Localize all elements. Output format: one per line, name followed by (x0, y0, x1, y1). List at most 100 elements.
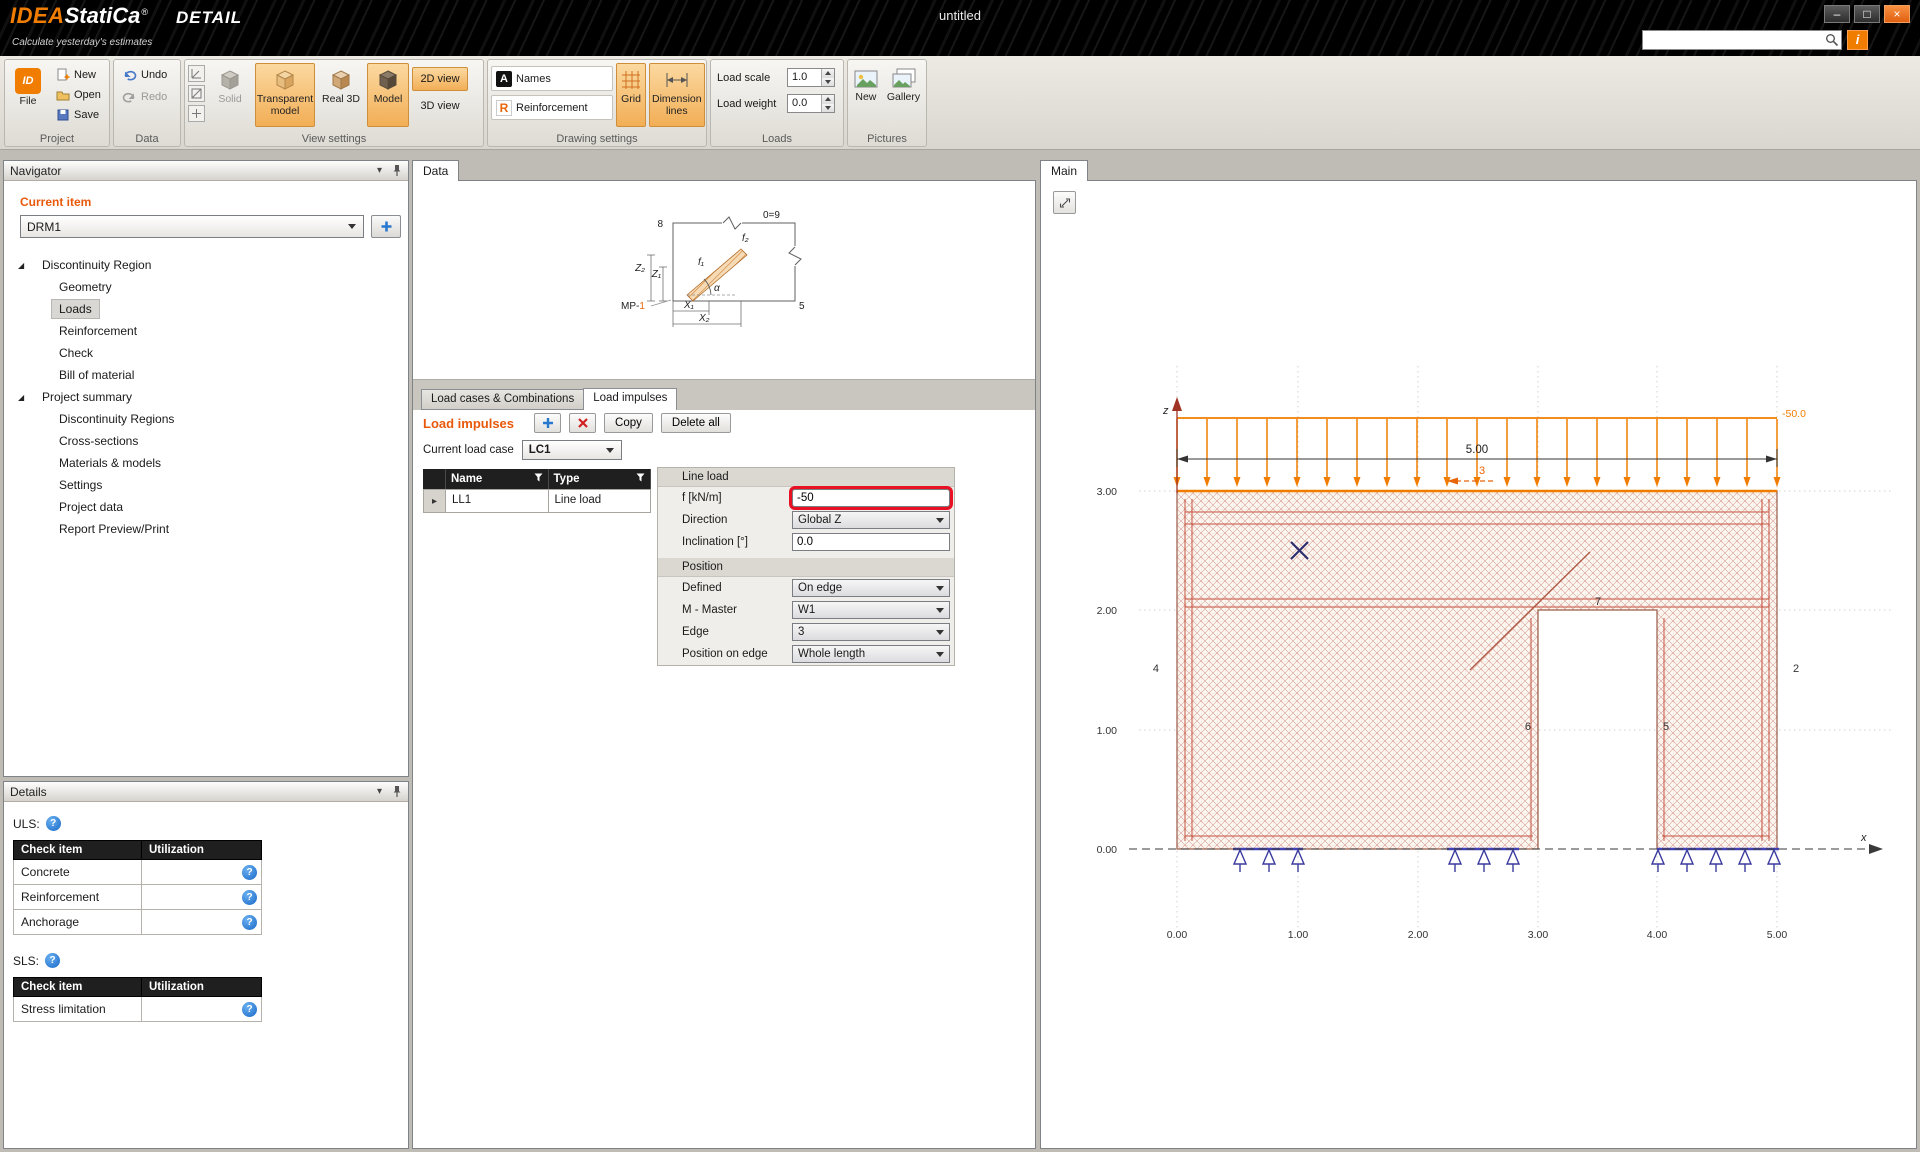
tree-item-discontinuity-region[interactable]: ◢Discontinuity Region (4, 254, 408, 276)
table-row[interactable]: Stress limitation? (14, 997, 262, 1022)
tree-item-loads[interactable]: Loads (4, 298, 408, 320)
help-icon[interactable]: ? (242, 1002, 257, 1017)
f-value-input[interactable] (792, 489, 950, 507)
tree-item-project-summary[interactable]: ◢Project summary (4, 386, 408, 408)
current-item-select[interactable]: DRM1 (20, 215, 364, 238)
help-icon[interactable]: ? (242, 915, 257, 930)
transparent-model-button[interactable]: Transparent model (255, 63, 315, 127)
chevron-down-icon (936, 586, 944, 591)
help-icon[interactable]: ? (242, 890, 257, 905)
close-button[interactable]: × (1884, 5, 1910, 23)
view-2d-button[interactable]: 2D view (412, 67, 468, 91)
view-tool-button-1[interactable] (188, 65, 205, 82)
view-tool-button-2[interactable] (188, 85, 205, 102)
edge-select[interactable]: 3 (792, 623, 950, 641)
table-row[interactable]: Anchorage? (14, 910, 262, 935)
tree-item-geometry[interactable]: Geometry (4, 276, 408, 298)
load-weight-input[interactable]: 0.0 (787, 94, 835, 113)
tree-item-materials-models[interactable]: Materials & models (4, 452, 408, 474)
real-3d-button[interactable]: Real 3D (318, 63, 364, 127)
column-header: Utilization (142, 978, 262, 997)
tree-item-check[interactable]: Check (4, 342, 408, 364)
search-icon[interactable] (1825, 33, 1839, 47)
tree-item-settings[interactable]: Settings (4, 474, 408, 496)
undo-button[interactable]: Undo (117, 66, 172, 83)
wall-region[interactable] (1177, 491, 1777, 849)
tree-item-cross-sections[interactable]: Cross-sections (4, 430, 408, 452)
tree-item-project-data[interactable]: Project data (4, 496, 408, 518)
tab-load-impulses[interactable]: Load impulses (583, 388, 677, 410)
collapse-chevron-icon[interactable]: ▾ (377, 786, 382, 797)
load-scale-label: Load scale (717, 72, 781, 84)
expander-icon[interactable]: ◢ (18, 261, 35, 270)
maximize-button[interactable]: □ (1854, 5, 1880, 23)
filter-funnel-icon[interactable] (534, 473, 543, 482)
copy-button[interactable]: Copy (604, 413, 653, 433)
spin-down-button[interactable] (822, 104, 834, 113)
current-load-case-select[interactable]: LC1 (522, 440, 622, 460)
filter-funnel-icon[interactable] (636, 473, 645, 482)
add-load-impulse-button[interactable] (534, 413, 561, 433)
main-panel: x -50.0 z 5.00 3 4 2 (1040, 180, 1917, 1149)
redo-button[interactable]: Redo (117, 88, 172, 105)
tab-data[interactable]: Data (412, 160, 459, 181)
open-button[interactable]: Open (51, 86, 106, 104)
collapse-chevron-icon[interactable]: ▾ (377, 165, 382, 176)
spin-down-button[interactable] (822, 78, 834, 87)
new-picture-button[interactable]: New (851, 63, 881, 127)
tree-item-bill-of-material[interactable]: Bill of material (4, 364, 408, 386)
pin-icon[interactable] (392, 785, 402, 798)
master-select[interactable]: W1 (792, 601, 950, 619)
help-icon[interactable]: ? (242, 865, 257, 880)
new-button[interactable]: New (51, 66, 106, 84)
solid-view-button[interactable]: Solid (208, 63, 252, 127)
tree-item-discontinuity-regions[interactable]: Discontinuity Regions (4, 408, 408, 430)
load-impulse-row[interactable]: ▸ LL1 Line load (423, 489, 651, 513)
names-icon: A (496, 71, 512, 87)
file-button[interactable]: ID File (8, 63, 48, 127)
reinforcement-toggle-button[interactable]: R Reinforcement (491, 95, 613, 120)
view-3d-button[interactable]: 3D view (412, 94, 468, 118)
edge-number-right: 2 (1793, 663, 1799, 675)
delete-all-button[interactable]: Delete all (661, 413, 731, 433)
inclination-input[interactable] (792, 533, 950, 551)
pin-icon[interactable] (392, 164, 402, 177)
load-impulse-type-cell[interactable]: Line load (549, 489, 652, 513)
load-scale-input[interactable]: 1.0 (787, 68, 835, 87)
structure-drawing[interactable]: x -50.0 z 5.00 3 4 2 (1041, 181, 1916, 1148)
expander-icon[interactable]: ◢ (18, 393, 35, 402)
uls-table: Check item Utilization Concrete? Reinfor… (13, 840, 262, 935)
delete-load-impulse-button[interactable] (569, 413, 596, 433)
help-icon[interactable]: ? (45, 953, 60, 968)
info-button[interactable]: i (1847, 30, 1868, 50)
load-impulse-name-cell[interactable]: LL1 (446, 489, 549, 513)
model-view-button[interactable]: Model (367, 63, 409, 127)
tree-item-report-preview-print[interactable]: Report Preview/Print (4, 518, 408, 540)
tree-item-label: Loads (52, 300, 99, 318)
view-tool-button-3[interactable] (188, 105, 205, 122)
position-on-edge-select[interactable]: Whole length (792, 645, 950, 663)
grid-toggle-button[interactable]: Grid (616, 63, 646, 127)
dimension-lines-toggle-button[interactable]: Dimension lines (649, 63, 705, 127)
transparent-model-label: Transparent model (257, 94, 313, 118)
table-row[interactable]: Reinforcement? (14, 885, 262, 910)
gallery-button[interactable]: Gallery (884, 63, 923, 127)
name-column-header[interactable]: Name (446, 469, 549, 489)
row-selector[interactable]: ▸ (423, 489, 446, 513)
help-icon[interactable]: ? (46, 816, 61, 831)
search-input[interactable] (1642, 30, 1842, 50)
spin-up-button[interactable] (822, 69, 834, 78)
type-column-header[interactable]: Type (549, 469, 652, 489)
spin-up-button[interactable] (822, 95, 834, 104)
direction-select[interactable]: Global Z (792, 511, 950, 529)
table-row[interactable]: Concrete? (14, 860, 262, 885)
minimize-button[interactable]: – (1824, 5, 1850, 23)
fit-view-button[interactable] (1053, 191, 1076, 214)
tab-main[interactable]: Main (1040, 160, 1088, 181)
tree-item-reinforcement[interactable]: Reinforcement (4, 320, 408, 342)
save-button[interactable]: Save (51, 106, 106, 124)
names-toggle-button[interactable]: A Names (491, 66, 613, 91)
defined-select[interactable]: On edge (792, 579, 950, 597)
add-item-button[interactable] (371, 215, 401, 238)
tab-load-cases-combinations[interactable]: Load cases & Combinations (421, 389, 584, 410)
